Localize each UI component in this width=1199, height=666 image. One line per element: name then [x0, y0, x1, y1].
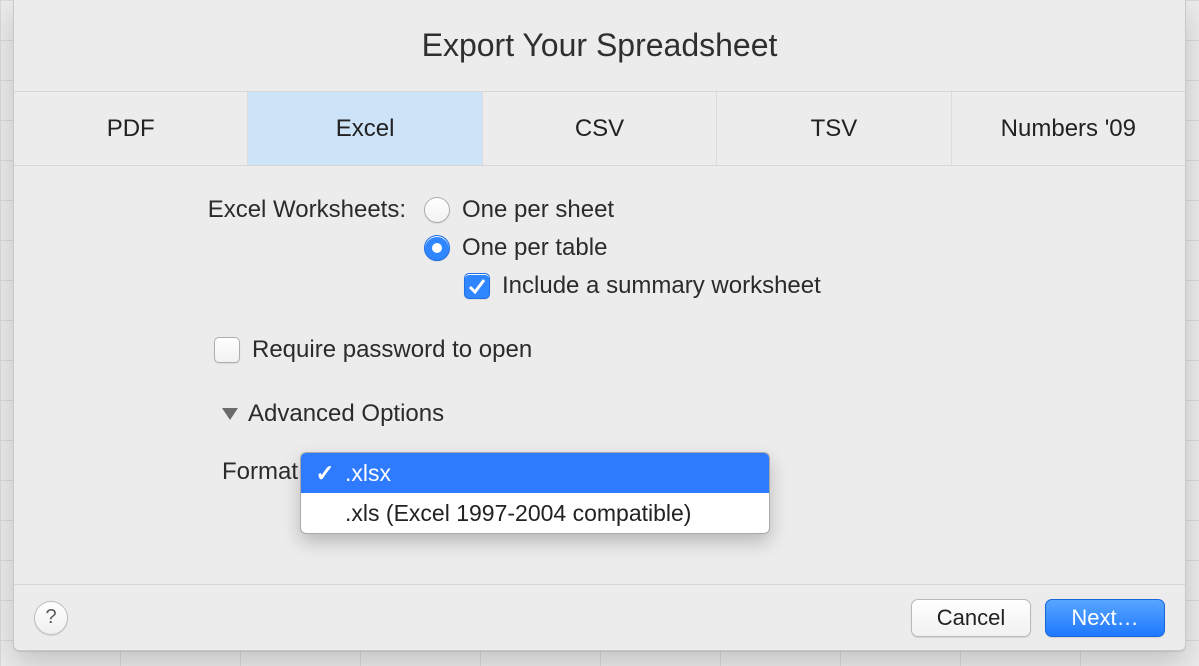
format-dropdown[interactable]: ✓ .xlsx ✓ .xls (Excel 1997-2004 compatib…	[300, 452, 770, 534]
format-option-xls[interactable]: ✓ .xls (Excel 1997-2004 compatible)	[301, 493, 769, 533]
tab-excel[interactable]: Excel	[248, 92, 482, 165]
format-label: Format	[222, 452, 300, 486]
export-dialog: Export Your Spreadsheet PDF Excel CSV TS…	[13, 0, 1186, 651]
dialog-title: Export Your Spreadsheet	[422, 27, 778, 64]
tab-pdf[interactable]: PDF	[14, 92, 248, 165]
format-option-xlsx[interactable]: ✓ .xlsx	[301, 453, 769, 493]
next-button[interactable]: Next…	[1045, 599, 1165, 637]
tab-tsv[interactable]: TSV	[717, 92, 951, 165]
radio-one-per-sheet[interactable]	[424, 197, 450, 223]
format-tabs: PDF Excel CSV TSV Numbers '09	[14, 92, 1185, 166]
tab-numbers09[interactable]: Numbers '09	[952, 92, 1185, 165]
radio-one-per-table-label: One per table	[462, 234, 607, 262]
dialog-title-bar: Export Your Spreadsheet	[14, 0, 1185, 92]
disclosure-triangle-icon	[222, 408, 238, 420]
dialog-content: Excel Worksheets: One per sheet One per …	[14, 166, 1185, 584]
tab-csv[interactable]: CSV	[483, 92, 717, 165]
worksheets-label: Excel Worksheets:	[54, 196, 424, 224]
dialog-footer: ? Cancel Next…	[14, 584, 1185, 650]
advanced-options-disclosure[interactable]: Advanced Options	[222, 400, 1145, 428]
checkbox-require-password-label: Require password to open	[252, 336, 532, 364]
radio-one-per-table[interactable]	[424, 235, 450, 261]
radio-one-per-sheet-label: One per sheet	[462, 196, 614, 224]
advanced-options-label: Advanced Options	[248, 400, 444, 428]
cancel-button[interactable]: Cancel	[911, 599, 1031, 637]
checkbox-include-summary-label: Include a summary worksheet	[502, 272, 821, 300]
format-option-xls-label: .xls (Excel 1997-2004 compatible)	[345, 500, 691, 527]
help-button[interactable]: ?	[34, 601, 68, 635]
checkmark-icon: ✓	[315, 460, 335, 487]
format-option-xlsx-label: .xlsx	[345, 460, 391, 487]
checkbox-require-password[interactable]	[214, 337, 240, 363]
checkbox-include-summary[interactable]	[464, 273, 490, 299]
